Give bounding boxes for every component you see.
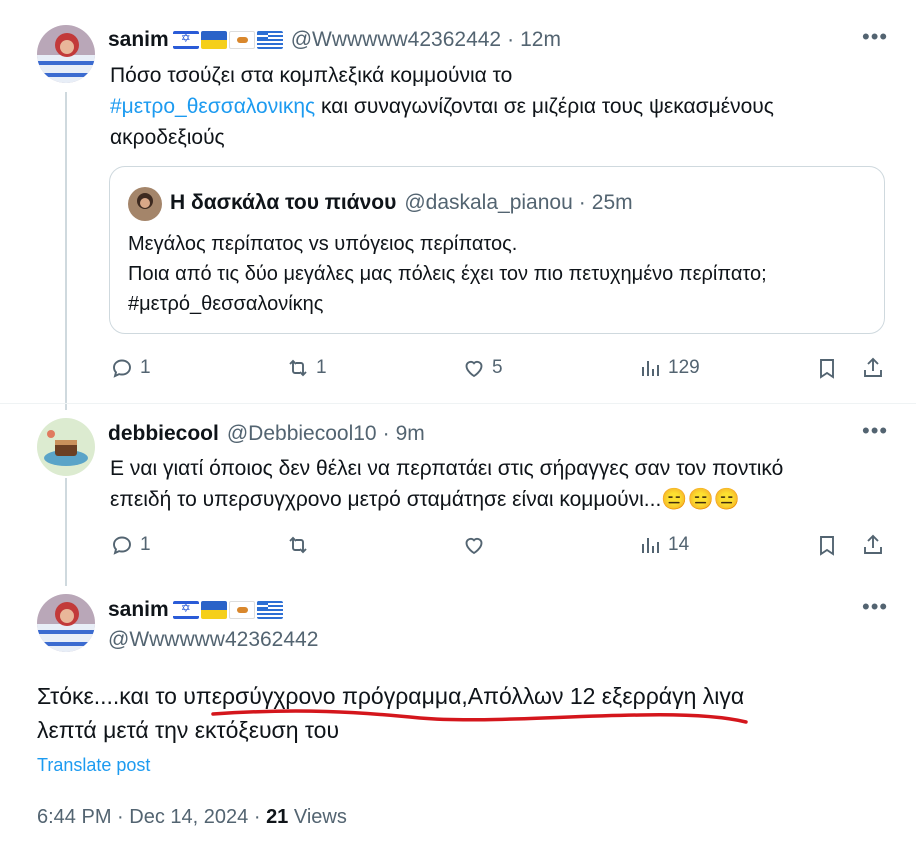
post-text: Ε ναι γιατί όποιος δεν θέλει να περπατάε… [110, 453, 900, 515]
repost-icon [289, 359, 307, 377]
greece-flag-icon [256, 31, 283, 49]
post-date[interactable]: Dec 14, 2024 [129, 806, 248, 828]
view-count: 129 [668, 357, 700, 378]
post-timestamp[interactable]: 6:44 PM [37, 806, 111, 828]
heart-icon [465, 360, 483, 378]
like-count: 5 [492, 357, 503, 378]
author-name[interactable]: sanim [108, 598, 169, 622]
bookmark-icon [820, 536, 834, 556]
analytics-icon [642, 361, 659, 376]
cyprus-flag-icon [228, 31, 255, 49]
more-icon[interactable]: ••• [862, 418, 888, 444]
views-button[interactable]: 14 [638, 533, 689, 557]
avatar[interactable] [128, 187, 162, 221]
repost-icon [289, 536, 307, 554]
greece-flag-icon [256, 601, 283, 619]
share-icon [864, 534, 882, 554]
quote-author-handle[interactable]: @daskala_pianou [404, 191, 572, 215]
avatar[interactable] [37, 25, 95, 83]
text-line: Μεγάλος περίπατος vs υπόγειος περίπατος. [128, 233, 518, 255]
avatar[interactable] [37, 594, 95, 652]
text-line: Ε ναι γιατί όποιος δεν θέλει να περπατάε… [110, 457, 784, 480]
repost-count: 1 [316, 357, 327, 378]
bookmark-button[interactable] [815, 356, 839, 380]
author-handle[interactable]: @Wwwwww42362442 [291, 28, 501, 52]
bookmark-button[interactable] [815, 533, 839, 557]
hashtag-link[interactable]: #μετρο_θεσσαλονικης [110, 95, 315, 118]
quote-text: Μεγάλος περίπατος vs υπόγειος περίπατος.… [128, 229, 878, 319]
views-button[interactable]: 129 [638, 356, 700, 380]
more-icon[interactable]: ••• [862, 594, 888, 620]
translate-post-link[interactable]: Translate post [37, 755, 150, 776]
separator: · [507, 28, 515, 51]
israel-flag-icon [172, 601, 199, 619]
israel-flag-icon [172, 31, 199, 49]
quote-author-name[interactable]: Η δασκάλα του πιάνου [170, 191, 396, 215]
text-line: Στόκε....και το υπερσύγχρονο πρόγραμμα,Α… [37, 683, 745, 709]
separator: · [253, 806, 261, 828]
text-line: Ποια από τις δύο μεγάλες μας πόλεις έχει… [128, 263, 767, 285]
ukraine-flag-icon [200, 601, 227, 619]
like-button[interactable] [462, 533, 492, 557]
author-handle[interactable]: @Debbiecool10 [227, 422, 377, 446]
share-button[interactable] [861, 533, 885, 557]
text-line: ακροδεξιούς [110, 126, 225, 149]
author-handle[interactable]: @Wwwwww42362442 [108, 628, 318, 652]
reply-icon [113, 359, 131, 378]
text-line: λεπτά μετά την εκτόξευση του [37, 717, 340, 743]
reply-count: 1 [140, 534, 151, 555]
author-name[interactable]: sanim [108, 28, 169, 52]
thread-line [65, 478, 67, 586]
repost-button[interactable]: 1 [286, 356, 327, 380]
view-count: 14 [668, 534, 690, 555]
repost-button[interactable] [286, 533, 316, 557]
post-time[interactable]: 9m [396, 422, 425, 446]
separator: · [117, 806, 124, 828]
text-line: #μετρό_θεσσαλονίκης [128, 293, 324, 315]
post-time[interactable]: 12m [520, 28, 561, 52]
share-icon [864, 357, 882, 377]
views-count: 21 [266, 806, 289, 828]
bookmark-icon [820, 359, 834, 379]
thread-line [65, 92, 67, 410]
heart-icon [465, 537, 483, 555]
views-label: Views [293, 806, 347, 828]
ukraine-flag-icon [200, 31, 227, 49]
reply-button[interactable]: 1 [110, 533, 151, 557]
reply-count: 1 [140, 357, 151, 378]
avatar[interactable] [37, 418, 95, 476]
separator: · [382, 422, 390, 445]
reply-icon [113, 536, 131, 555]
post-divider [0, 403, 916, 404]
quote-time[interactable]: 25m [592, 191, 633, 215]
text-line: επειδή το υπερσυγχρονο μετρό σταμάτησε ε… [110, 488, 740, 511]
text-line: Πόσο τσούζει στα κομπλεξικά κομμούνια το [110, 64, 513, 87]
quoted-post[interactable]: Η δασκάλα του πιάνου @daskala_pianou · 2… [109, 166, 885, 334]
reply-button[interactable]: 1 [110, 356, 151, 380]
share-button[interactable] [861, 356, 885, 380]
separator: · [578, 191, 586, 214]
more-icon[interactable]: ••• [862, 24, 888, 50]
text-fragment: και συναγωνίζονται σε μιζέρια τους ψεκασ… [315, 95, 774, 118]
main-post-text: Στόκε....και το υπερσύγχρονο πρόγραμμα,Α… [37, 679, 897, 747]
post-text: Πόσο τσούζει στα κομπλεξικά κομμούνια το… [110, 60, 890, 153]
analytics-icon [642, 538, 659, 553]
post-meta: 6:44 PM · Dec 14, 2024 · 21 Views [37, 806, 347, 829]
cyprus-flag-icon [228, 601, 255, 619]
like-button[interactable]: 5 [462, 356, 503, 380]
author-name[interactable]: debbiecool [108, 422, 219, 446]
text-line: #μετρο_θεσσαλονικης και συναγωνίζονται σ… [110, 91, 890, 122]
